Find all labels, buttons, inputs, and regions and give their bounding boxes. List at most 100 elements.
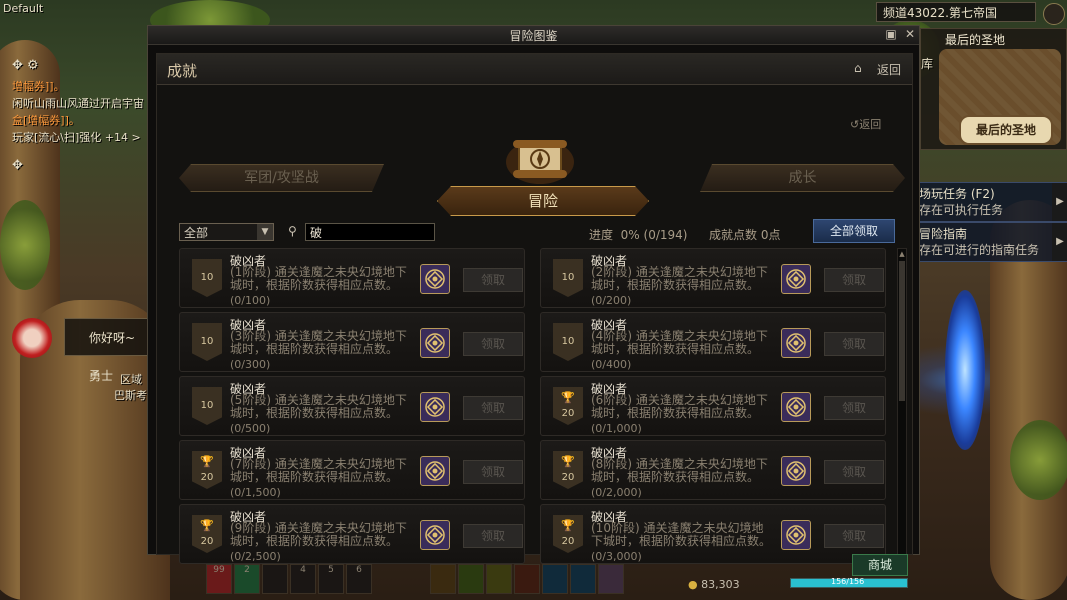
reward-icon[interactable] — [781, 520, 811, 550]
tab-raid[interactable]: 军团/攻坚战 — [179, 164, 384, 192]
achievement-progress: (0/1,500) — [230, 486, 281, 499]
claim-button[interactable]: 领取 — [463, 396, 523, 420]
reward-icon[interactable] — [781, 328, 811, 358]
claim-button[interactable]: 领取 — [463, 332, 523, 356]
claim-button[interactable]: 领取 — [463, 268, 523, 292]
points-badge: 10 — [192, 387, 222, 425]
achievement-card[interactable]: 🏆 20 破凶者 (6阶段) 通关逢魔之未央幻境地下城时，根据阶数获得相应点数。 (0/… — [540, 376, 886, 436]
reward-icon[interactable] — [781, 264, 811, 294]
scrollbar[interactable]: ▲ ▼ — [897, 248, 907, 566]
achievement-card[interactable]: 10 破凶者 (4阶段) 通关逢魔之未央幻境地下城时，根据阶数获得相应点数。 (0/4… — [540, 312, 886, 372]
claim-button[interactable]: 领取 — [463, 524, 523, 548]
minimap-location: 最后的圣地 — [959, 115, 1053, 145]
achievement-stage: (4阶段) — [591, 329, 632, 343]
points-badge: 🏆 20 — [192, 515, 222, 553]
skill-slot[interactable] — [570, 564, 596, 594]
reward-icon[interactable] — [420, 456, 450, 486]
settings-icon[interactable] — [1043, 3, 1065, 25]
achievement-card[interactable]: 10 破凶者 (3阶段) 通关逢魔之未央幻境地下城时，根据阶数获得相应点数。 (0/3… — [179, 312, 525, 372]
reward-icon[interactable] — [420, 520, 450, 550]
achievement-card[interactable]: 🏆 20 破凶者 (8阶段) 通关逢魔之未央幻境地下城时，根据阶数获得相应点数。 (0/… — [540, 440, 886, 500]
skill-slot[interactable] — [514, 564, 540, 594]
achievement-desc: (10阶段) 通关逢魔之未央幻境地下城时，根据阶数获得相应点数。 — [591, 522, 771, 548]
badge-points: 20 — [200, 472, 214, 483]
claim-button[interactable]: 领取 — [824, 460, 884, 484]
tab-adventure[interactable]: 冒险 — [437, 186, 649, 216]
achievement-desc: (7阶段) 通关逢魔之未央幻境地下城时，根据阶数获得相应点数。 — [230, 458, 410, 484]
hp-bar: 156/156 — [790, 577, 908, 588]
quest-subtitle: 存在可执行任务 — [919, 203, 1004, 217]
claim-button[interactable]: 领取 — [824, 396, 884, 420]
skill-slot[interactable] — [598, 564, 624, 594]
blue-portal[interactable] — [945, 290, 985, 450]
claim-button[interactable]: 领取 — [463, 460, 523, 484]
town-button[interactable]: 商城 — [852, 554, 908, 576]
minimap[interactable]: 最后的圣地 库 最后的圣地 — [920, 28, 1067, 150]
achievement-desc: (4阶段) 通关逢魔之未央幻境地下城时，根据阶数获得相应点数。 — [591, 330, 771, 356]
achievement-progress: (0/1,000) — [591, 422, 642, 435]
achievement-card[interactable]: 🏆 20 破凶者 (7阶段) 通关逢魔之未央幻境地下城时，根据阶数获得相应点数。 (0/… — [179, 440, 525, 500]
points-badge: 10 — [192, 259, 222, 297]
minimize-icon[interactable]: ▣ — [885, 28, 897, 40]
achievement-stage: (8阶段) — [591, 457, 632, 471]
chat-line: 增幅券]]。 — [12, 80, 65, 93]
slot-number: 4 — [300, 565, 306, 575]
reward-icon[interactable] — [420, 264, 450, 294]
minimap-title: 最后的圣地 — [945, 33, 1006, 47]
slot-number: 6 — [356, 565, 362, 575]
skill-slot[interactable] — [430, 564, 456, 594]
dialog-titlebar[interactable]: 冒险图鉴 ▣ ✕ — [148, 26, 919, 45]
npc-avatar[interactable] — [12, 318, 52, 358]
claim-button[interactable]: 领取 — [824, 524, 884, 548]
scroll-thumb[interactable] — [899, 261, 905, 401]
chevron-right-icon[interactable]: ▶ — [1052, 183, 1067, 221]
reward-icon[interactable] — [420, 392, 450, 422]
tab-growth[interactable]: 成长 — [700, 164, 905, 192]
quest-title: 场玩任务 (F2) — [919, 187, 995, 201]
achievement-progress: (0/100) — [230, 294, 271, 307]
achievement-card[interactable]: 10 破凶者 (5阶段) 通关逢魔之未央幻境地下城时，根据阶数获得相应点数。 (0/5… — [179, 376, 525, 436]
claim-all-button[interactable]: 全部领取 — [813, 219, 895, 243]
potion-slot[interactable] — [262, 564, 288, 594]
reward-icon[interactable] — [781, 456, 811, 486]
move-icon[interactable]: ✥ — [12, 158, 23, 173]
quest-tracker-guide[interactable]: 冒险指南 存在可进行的指南任务 ▶ — [912, 222, 1067, 262]
claim-button[interactable]: 领取 — [824, 268, 884, 292]
points-label: 成就点数 — [709, 228, 758, 242]
claim-button[interactable]: 领取 — [824, 332, 884, 356]
move-icon[interactable]: ✥ ⚙ — [12, 58, 39, 73]
achievement-panel: 成就 ⌂ 返回 ↺返回 军团/攻坚战 成长 冒险 全部 ▼ ⚲ 进度 0% (0… — [156, 53, 913, 566]
slot-number: 5 — [328, 565, 334, 575]
badge-points: 20 — [561, 536, 575, 547]
potion-slot[interactable]: 5 — [318, 564, 344, 594]
quest-subtitle: 存在可进行的指南任务 — [919, 243, 1040, 257]
achievement-card[interactable]: 10 破凶者 (2阶段) 通关逢魔之未央幻境地下城时，根据阶数获得相应点数。 (0/2… — [540, 248, 886, 308]
skill-slot[interactable] — [542, 564, 568, 594]
points-text: 成就点数 0点 — [709, 226, 780, 243]
skill-slot[interactable] — [458, 564, 484, 594]
scroll-up-icon[interactable]: ▲ — [898, 249, 906, 259]
consumable-slot[interactable]: 2 — [234, 564, 260, 594]
category-dropdown[interactable]: 全部 ▼ — [179, 223, 274, 241]
achievement-desc: (8阶段) 通关逢魔之未央幻境地下城时，根据阶数获得相应点数。 — [591, 458, 771, 484]
achievement-stage: (6阶段) — [591, 393, 632, 407]
achievement-card[interactable]: 10 破凶者 (1阶段) 通关逢魔之未央幻境地下城时，根据阶数获得相应点数。 (0/1… — [179, 248, 525, 308]
potion-slot[interactable]: 4 — [290, 564, 316, 594]
search-input[interactable] — [305, 223, 435, 241]
channel-selector[interactable]: 频道43022.第七帝国 — [876, 2, 1036, 22]
achievement-card[interactable]: 🏆 20 破凶者 (9阶段) 通关逢魔之未央幻境地下城时，根据阶数获得相应点数。 (0/… — [179, 504, 525, 564]
chat-line: 盒[增幅券]]。 — [12, 114, 80, 127]
npc-label: 巴斯考 — [114, 389, 147, 402]
potion-slot[interactable]: 6 — [346, 564, 372, 594]
achievement-stage: (1阶段) — [230, 265, 271, 279]
close-icon[interactable]: ✕ — [904, 28, 916, 40]
achievement-card[interactable]: 🏆 20 破凶者 (10阶段) 通关逢魔之未央幻境地下城时，根据阶数获得相应点数。 (0… — [540, 504, 886, 564]
skill-slot[interactable] — [486, 564, 512, 594]
consumable-slot[interactable]: 99 — [206, 564, 232, 594]
chevron-down-icon[interactable]: ▼ — [257, 224, 273, 240]
reward-icon[interactable] — [781, 392, 811, 422]
quest-tracker-play[interactable]: 场玩任务 (F2) 存在可执行任务 ▶ — [912, 182, 1067, 222]
trophy-icon: 🏆 — [561, 519, 575, 532]
reward-icon[interactable] — [420, 328, 450, 358]
chevron-right-icon[interactable]: ▶ — [1052, 223, 1067, 261]
